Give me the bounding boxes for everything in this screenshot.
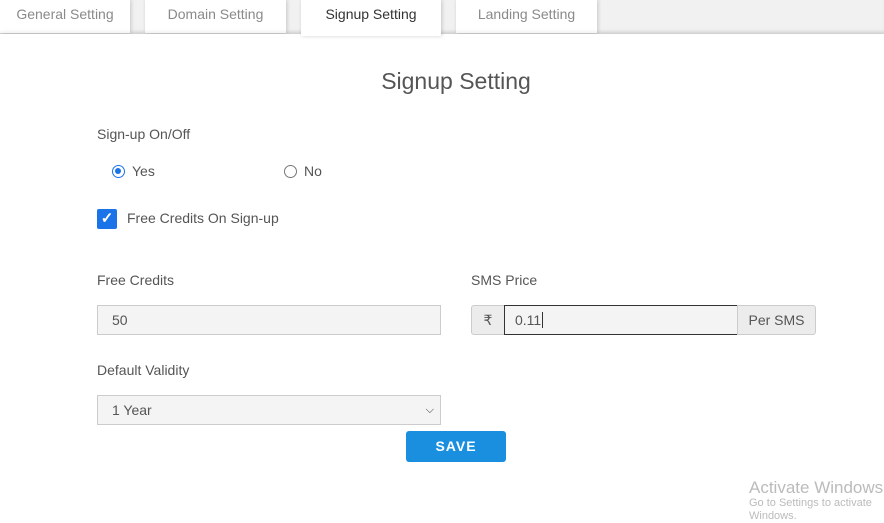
tab-bar: General Setting Domain Setting Signup Se… — [0, 0, 884, 36]
default-validity-select[interactable]: 1 Year ⌵ — [97, 395, 441, 425]
sms-price-input[interactable]: 0.11​ — [504, 305, 738, 335]
radio-yes[interactable] — [112, 165, 125, 178]
checkmark-icon: ✓ — [100, 210, 114, 227]
tab-domain-setting[interactable]: Domain Setting — [145, 0, 286, 33]
radio-no[interactable] — [284, 165, 297, 178]
sms-price-value: 0.11 — [515, 312, 542, 328]
default-validity-value: 1 Year — [112, 402, 152, 418]
save-button[interactable]: SAVE — [406, 431, 506, 462]
text-cursor: ​ — [542, 312, 544, 328]
rupee-icon: ₹ — [471, 305, 505, 335]
default-validity-label: Default Validity — [97, 362, 190, 378]
activate-windows-watermark-block: Activate Windows Go to Settings to activ… — [749, 478, 884, 523]
signup-toggle-label: Sign-up On/Off — [97, 126, 191, 142]
page-title: Signup Setting — [381, 68, 531, 94]
free-credits-checkbox-label[interactable]: Free Credits On Sign-up — [127, 210, 279, 226]
activate-windows-watermark: Activate Windows — [749, 478, 884, 497]
activate-windows-subtext: Go to Settings to activate Windows. — [749, 497, 872, 522]
free-credits-input[interactable]: 50 — [97, 305, 441, 335]
radio-yes-label[interactable]: Yes — [132, 163, 155, 179]
radio-no-label[interactable]: No — [304, 163, 322, 179]
free-credits-checkbox[interactable]: ✓ — [97, 209, 117, 229]
tab-signup-setting[interactable]: Signup Setting — [301, 0, 441, 36]
per-sms-addon: Per SMS — [737, 305, 816, 335]
free-credits-label: Free Credits — [97, 272, 175, 288]
sms-price-label: SMS Price — [471, 272, 538, 288]
chevron-down-icon: ⌵ — [425, 404, 434, 416]
tab-general-setting[interactable]: General Setting — [0, 0, 130, 33]
tab-landing-setting[interactable]: Landing Setting — [456, 0, 597, 33]
